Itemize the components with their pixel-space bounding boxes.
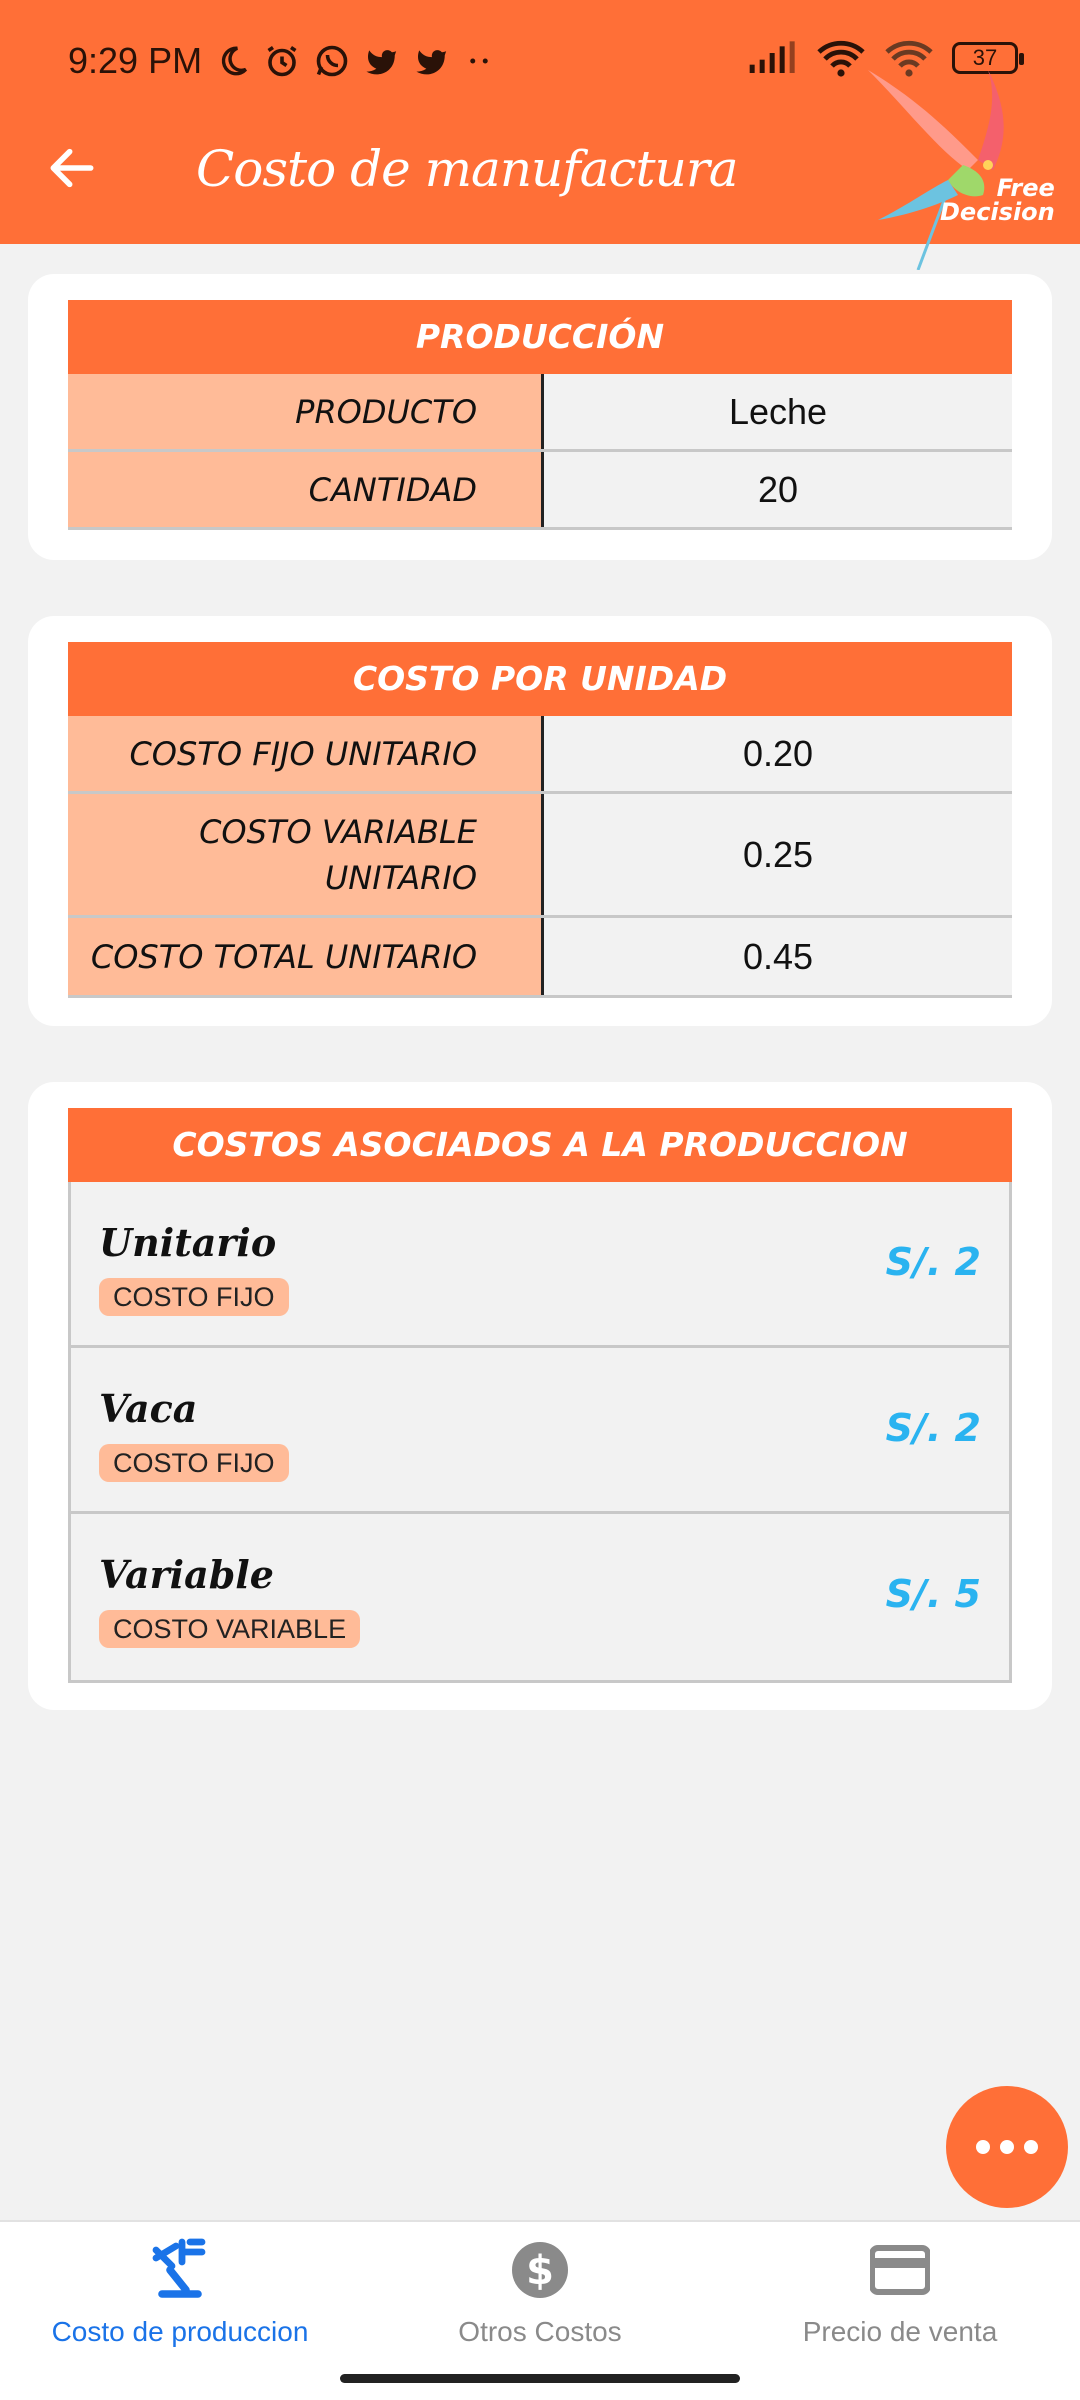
moon-icon	[221, 46, 248, 76]
logo-text: Free Decision	[940, 174, 1055, 226]
table-row: COSTO VARIABLE UNITARIO 0.25	[68, 794, 1012, 918]
cost-price: S/. 2	[885, 1406, 981, 1450]
home-indicator	[340, 2374, 740, 2383]
row-value: 0.45	[544, 918, 1012, 995]
costs-list: Unitario COSTO FIJO S/. 2 Vaca COSTO FIJ…	[68, 1182, 1012, 1683]
production-icon	[152, 2238, 206, 2298]
row-label: PRODUCTO	[68, 374, 544, 449]
credit-card-icon	[870, 2245, 930, 2295]
more-options-fab[interactable]	[946, 2086, 1068, 2208]
twitter-icon	[416, 50, 447, 75]
app-bar: 9:29 PM 37 Costo de manufactura Free Dec…	[0, 0, 1080, 270]
dollar-circle-icon: $	[512, 2242, 568, 2298]
dot-icon	[976, 2140, 990, 2154]
nav-label: Otros Costos	[458, 2316, 622, 2347]
produccion-heading: PRODUCCIÓN	[68, 300, 1012, 374]
whatsapp-icon	[316, 45, 348, 77]
row-label: COSTO VARIABLE UNITARIO	[68, 794, 544, 915]
cost-price: S/. 2	[885, 1240, 981, 1284]
nav-label: Costo de produccion	[51, 2316, 309, 2347]
dot-icon	[1024, 2140, 1038, 2154]
table-row: CANTIDAD 20	[68, 452, 1012, 530]
cost-type-chip: COSTO FIJO	[99, 1278, 289, 1316]
produccion-card: PRODUCCIÓN PRODUCTO Leche CANTIDAD 20	[28, 274, 1052, 560]
costo-por-unidad-table: COSTO POR UNIDAD COSTO FIJO UNITARIO 0.2…	[68, 642, 1012, 998]
produccion-table: PRODUCCIÓN PRODUCTO Leche CANTIDAD 20	[68, 300, 1012, 530]
twitter-icon	[366, 50, 397, 75]
status-time: 9:29 PM	[68, 40, 203, 81]
row-label: CANTIDAD	[68, 452, 544, 527]
cost-name: Variable	[99, 1552, 274, 1597]
cost-name: Vaca	[99, 1386, 198, 1431]
nav-precio-de-venta[interactable]: Precio de venta	[720, 2222, 1080, 2382]
back-arrow-icon[interactable]	[44, 140, 100, 196]
notification-icons	[216, 43, 494, 79]
cost-type-chip: COSTO VARIABLE	[99, 1610, 361, 1648]
nav-label: Precio de venta	[802, 2316, 998, 2347]
bottom-navigation: Costo de produccion $ Otros Costos Preci…	[0, 2220, 1080, 2400]
cost-type-chip: COSTO FIJO	[99, 1444, 289, 1482]
alarm-icon	[267, 46, 297, 77]
hummingbird-logo-icon	[868, 70, 1004, 270]
row-value: 0.20	[544, 716, 1012, 791]
signal-icon	[749, 41, 795, 73]
table-row: COSTO TOTAL UNITARIO 0.45	[68, 918, 1012, 998]
dot-icon	[1000, 2140, 1014, 2154]
cost-name: Unitario	[99, 1220, 277, 1265]
row-value: 0.25	[544, 794, 1012, 915]
list-item[interactable]: Variable COSTO VARIABLE S/. 5	[71, 1514, 1009, 1680]
costo-por-unidad-heading: COSTO POR UNIDAD	[68, 642, 1012, 716]
list-item[interactable]: Unitario COSTO FIJO S/. 2	[71, 1182, 1009, 1348]
row-value: 20	[544, 452, 1012, 527]
svg-text:$: $	[526, 2248, 554, 2294]
table-row: PRODUCTO Leche	[68, 374, 1012, 452]
costo-por-unidad-card: COSTO POR UNIDAD COSTO FIJO UNITARIO 0.2…	[28, 616, 1052, 1026]
table-row: COSTO FIJO UNITARIO 0.20	[68, 716, 1012, 794]
cost-price: S/. 5	[885, 1572, 981, 1616]
row-value: Leche	[544, 374, 1012, 449]
nav-costo-de-produccion[interactable]: Costo de produccion	[0, 2222, 360, 2382]
row-label: COSTO TOTAL UNITARIO	[68, 918, 544, 995]
more-notifications-icon	[470, 58, 488, 64]
page-title: Costo de manufactura	[196, 140, 739, 198]
costos-asociados-card: COSTOS ASOCIADOS A LA PRODUCCION Unitari…	[28, 1082, 1052, 1710]
list-item[interactable]: Vaca COSTO FIJO S/. 2	[71, 1348, 1009, 1514]
costos-asociados-heading: COSTOS ASOCIADOS A LA PRODUCCION	[68, 1108, 1012, 1182]
row-label: COSTO FIJO UNITARIO	[68, 716, 544, 791]
nav-otros-costos[interactable]: $ Otros Costos	[360, 2222, 720, 2382]
costos-asociados-list: COSTOS ASOCIADOS A LA PRODUCCION Unitari…	[68, 1108, 1012, 1683]
